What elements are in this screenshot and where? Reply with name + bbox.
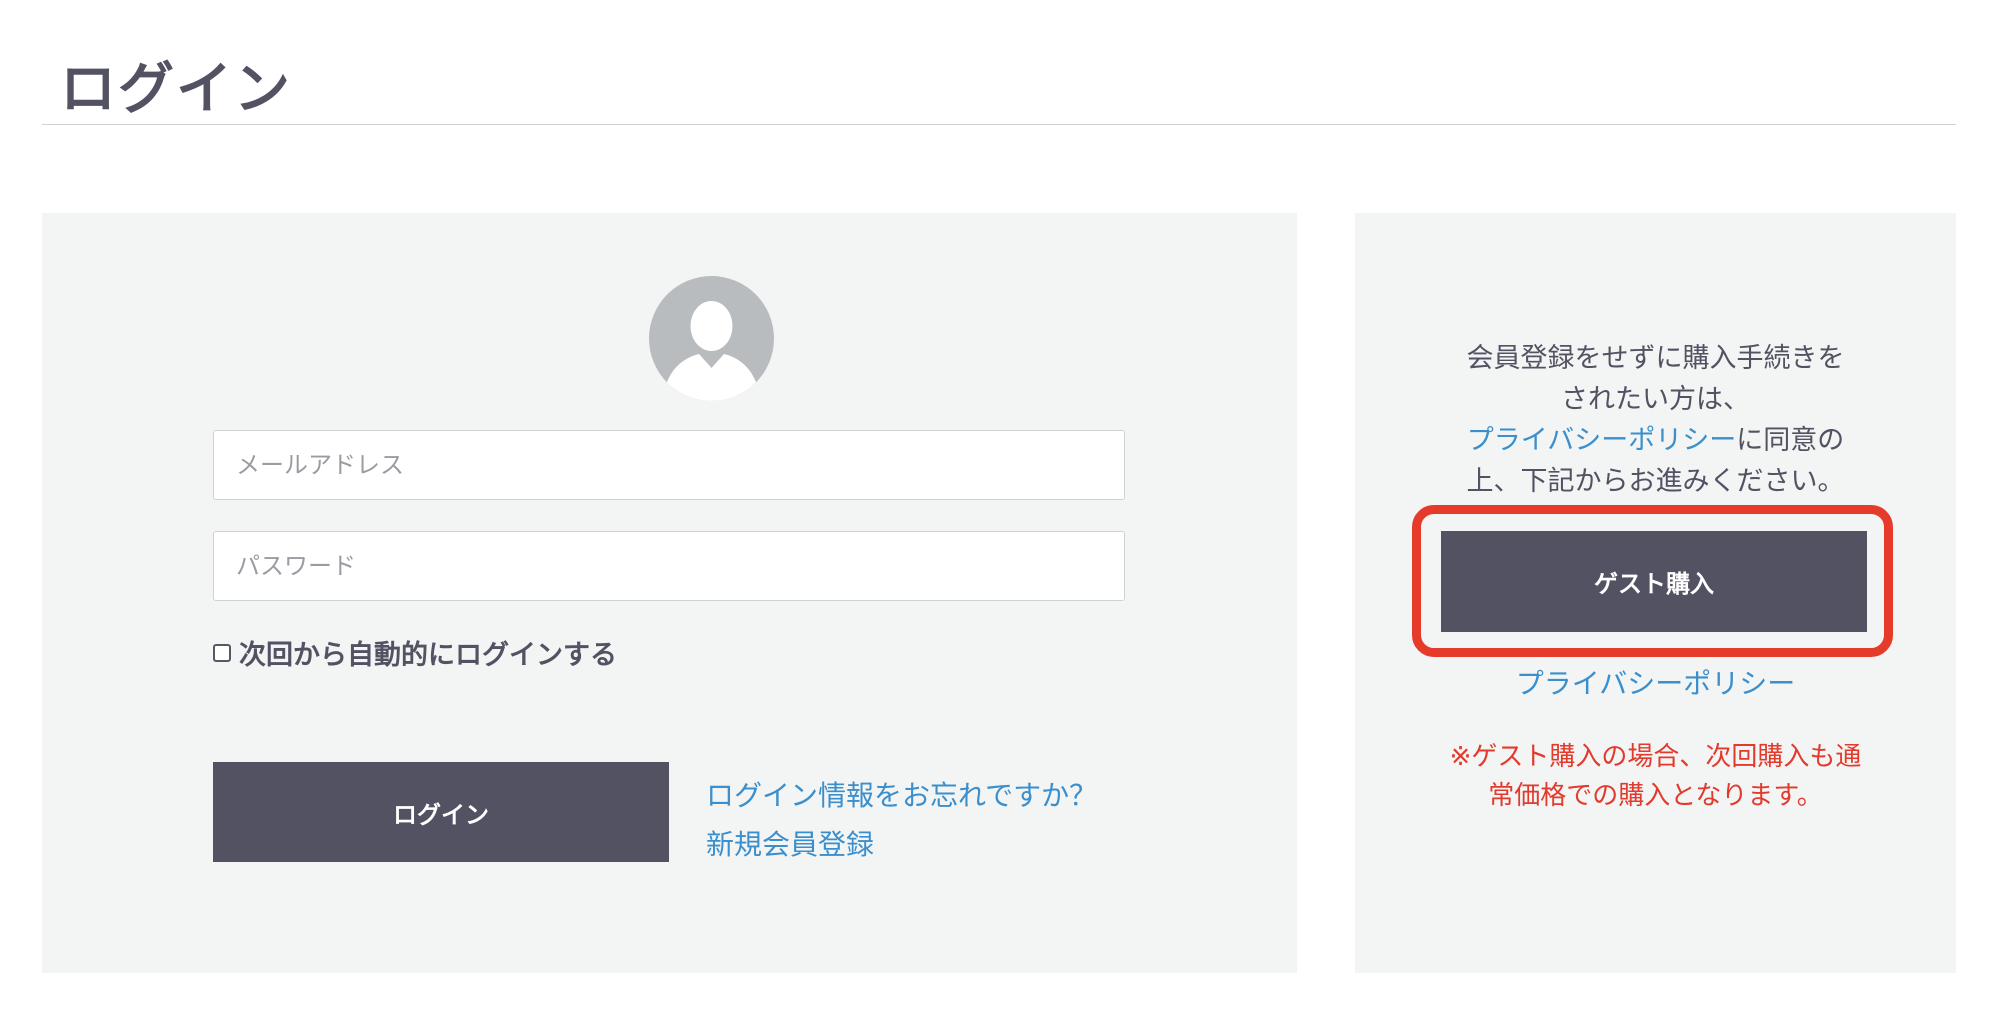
guest-note-line: 常価格での購入となります。 <box>1488 781 1823 811</box>
privacy-policy-link[interactable]: プライバシーポリシー <box>1355 662 1956 702</box>
guest-panel: 会員登録をせずに購入手続きを されたい方は、 プライバシーポリシーに同意の 上、… <box>1355 213 1956 973</box>
login-button[interactable]: ログイン <box>213 762 669 862</box>
guest-desc-line: 上、下記からお進みください。 <box>1466 466 1845 497</box>
guest-desc-line: 会員登録をせずに購入手続きを <box>1466 343 1845 374</box>
remember-login-option[interactable]: 次回から自動的にログインする <box>213 633 617 672</box>
remember-label: 次回から自動的にログインする <box>239 640 617 671</box>
privacy-policy-inline-link[interactable]: プライバシーポリシー <box>1467 425 1736 456</box>
guest-purchase-button[interactable]: ゲスト購入 <box>1441 531 1867 632</box>
guest-note-line: ※ゲスト購入の場合、次回購入も通 <box>1449 742 1862 772</box>
guest-note: ※ゲスト購入の場合、次回購入も通 常価格での購入となります。 <box>1355 738 1956 816</box>
email-input[interactable] <box>213 430 1125 500</box>
guest-description: 会員登録をせずに購入手続きを されたい方は、 プライバシーポリシーに同意の 上、… <box>1355 338 1956 502</box>
page-title: ログイン <box>60 57 292 122</box>
guest-desc-line: プライバシーポリシーに同意の <box>1355 420 1956 461</box>
password-input[interactable] <box>213 531 1125 601</box>
login-panel: 次回から自動的にログインする ログイン ログイン情報をお忘れですか？ 新規会員登… <box>42 213 1297 973</box>
forgot-password-link[interactable]: ログイン情報をお忘れですか？ <box>706 774 1097 814</box>
remember-checkbox[interactable] <box>213 643 231 662</box>
guest-desc-line: されたい方は、 <box>1561 384 1750 415</box>
guest-desc-suffix: に同意の <box>1736 425 1845 456</box>
user-silhouette-icon <box>649 276 774 401</box>
title-divider <box>42 124 1956 125</box>
signup-link[interactable]: 新規会員登録 <box>706 823 874 863</box>
